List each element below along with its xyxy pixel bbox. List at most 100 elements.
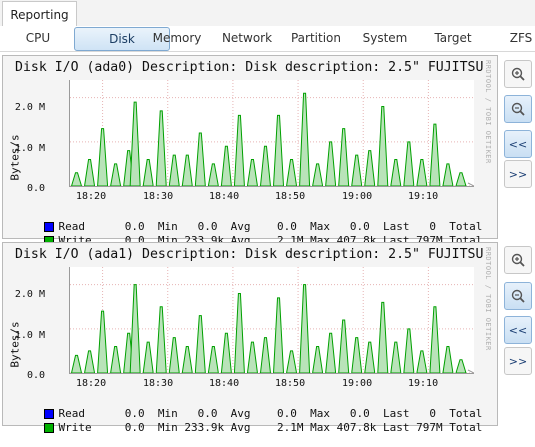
- write-spike: [325, 332, 337, 374]
- graph-panel-ada1: Disk I/O (ada1) Description: Disk descri…: [2, 242, 498, 434]
- write-spike: [246, 159, 259, 187]
- write-spike: [390, 159, 402, 187]
- write-spike: [194, 132, 206, 187]
- write-swatch-icon: [43, 423, 54, 433]
- x-tick-label: 18:30: [143, 191, 174, 202]
- write-spike: [181, 154, 193, 187]
- x-tick-label: 18:30: [143, 378, 174, 389]
- write-spike: [97, 310, 109, 374]
- write-spike: [455, 172, 467, 187]
- x-tick-label: 18:50: [275, 191, 306, 202]
- x-axis-arrow: [467, 182, 476, 190]
- y-tick-label: 0.0: [26, 183, 45, 194]
- subtab-system[interactable]: System: [356, 27, 414, 49]
- subtab-target[interactable]: Target: [426, 27, 480, 49]
- write-spike: [364, 341, 376, 374]
- rrdtool-watermark: RRDTOOL / TOBI OETIKER: [484, 60, 492, 164]
- write-spike: [429, 123, 441, 187]
- rrdtool-watermark: RRDTOOL / TOBI OETIKER: [484, 247, 492, 351]
- write-spike: [312, 346, 324, 374]
- x-axis-arrow: [467, 369, 476, 377]
- scroll-right-button[interactable]: >>: [504, 160, 532, 188]
- scroll-right-button[interactable]: >>: [504, 347, 532, 375]
- x-tick-label: 18:20: [76, 191, 107, 202]
- write-spike: [299, 284, 311, 374]
- x-tick-label: 19:10: [408, 191, 439, 202]
- write-spike: [233, 293, 245, 374]
- write-spike: [181, 346, 193, 374]
- write-spike: [299, 92, 311, 187]
- write-spike: [364, 150, 376, 187]
- magnifier-plus-icon: [511, 67, 525, 81]
- zoom-out-button[interactable]: [504, 282, 532, 310]
- write-spike: [142, 159, 154, 187]
- subtab-bar: CPU Disk Memory Network Partition System…: [0, 26, 535, 52]
- subtab-memory[interactable]: Memory: [146, 27, 208, 49]
- y-tick-label: 2.0 M: [14, 102, 45, 113]
- x-tick-label: 19:10: [408, 378, 439, 389]
- double-right-arrow-icon: >>: [508, 167, 528, 181]
- graph-panel-ada0: Disk I/O (ada0) Description: Disk descri…: [2, 55, 498, 247]
- write-spike: [129, 101, 141, 187]
- subtab-partition[interactable]: Partition: [286, 27, 346, 49]
- write-spike: [272, 297, 285, 374]
- write-spike: [83, 159, 96, 187]
- x-tick-label: 18:50: [275, 378, 306, 389]
- subtab-network[interactable]: Network: [214, 27, 280, 49]
- write-spike: [272, 114, 285, 187]
- write-spike: [455, 359, 467, 374]
- write-spike: [110, 346, 122, 374]
- disk-io-chart: [70, 80, 476, 190]
- write-spike: [351, 337, 363, 374]
- tab-reporting[interactable]: Reporting: [2, 1, 77, 27]
- write-spike: [259, 337, 272, 374]
- plot-area: [69, 80, 476, 190]
- legend-write-text: Write 0.0 Min 233.9k Avg 2.1M Max 407.8k…: [58, 421, 483, 434]
- write-spike: [377, 106, 389, 187]
- y-axis-label: Bytes/s: [8, 321, 22, 368]
- y-tick-label: 2.0 M: [14, 289, 45, 300]
- write-spike: [70, 354, 83, 374]
- write-spike: [442, 346, 454, 374]
- subtab-cpu[interactable]: CPU: [4, 27, 72, 49]
- write-spike: [168, 154, 180, 187]
- zoom-in-button[interactable]: [504, 60, 532, 88]
- y-axis-label: Bytes/s: [8, 134, 22, 181]
- y-tick-label: 1.0 M: [14, 330, 45, 341]
- x-tick-label: 19:00: [342, 191, 373, 202]
- write-spike: [129, 284, 141, 374]
- y-tick-label: 1.0 M: [14, 143, 45, 154]
- x-tick-label: 18:20: [76, 378, 107, 389]
- write-spike: [233, 114, 245, 187]
- y-tick-label: 0.0: [26, 370, 45, 381]
- write-spike: [338, 128, 350, 187]
- write-spike: [403, 141, 415, 187]
- write-spike: [390, 341, 402, 374]
- scroll-left-button[interactable]: <<: [504, 316, 532, 344]
- write-spike: [70, 172, 83, 187]
- write-spike: [194, 315, 206, 374]
- zoom-out-button[interactable]: [504, 95, 532, 123]
- scroll-left-button[interactable]: <<: [504, 130, 532, 158]
- legend-write: Write 0.0 Min 233.9k Avg 2.1M Max 407.8k…: [17, 408, 482, 447]
- write-spike: [351, 154, 363, 187]
- magnifier-plus-icon: [511, 253, 525, 267]
- disk-io-chart: [70, 267, 476, 377]
- graph-title: Disk I/O (ada1) Description: Disk descri…: [15, 247, 484, 262]
- write-spike: [220, 332, 232, 374]
- write-spike: [377, 301, 389, 374]
- write-spike: [207, 163, 219, 187]
- write-spike: [97, 128, 109, 187]
- subtab-zfs[interactable]: ZFS: [504, 27, 535, 49]
- double-left-arrow-icon: <<: [508, 323, 528, 337]
- write-spike: [416, 159, 428, 187]
- write-spike: [246, 341, 259, 374]
- write-spike: [325, 141, 337, 187]
- zoom-in-button[interactable]: [504, 246, 532, 274]
- write-spike: [442, 163, 454, 187]
- write-spike: [168, 337, 180, 374]
- double-left-arrow-icon: <<: [508, 137, 528, 151]
- write-spike: [220, 145, 232, 187]
- write-spike: [285, 159, 298, 187]
- write-spike: [110, 163, 122, 187]
